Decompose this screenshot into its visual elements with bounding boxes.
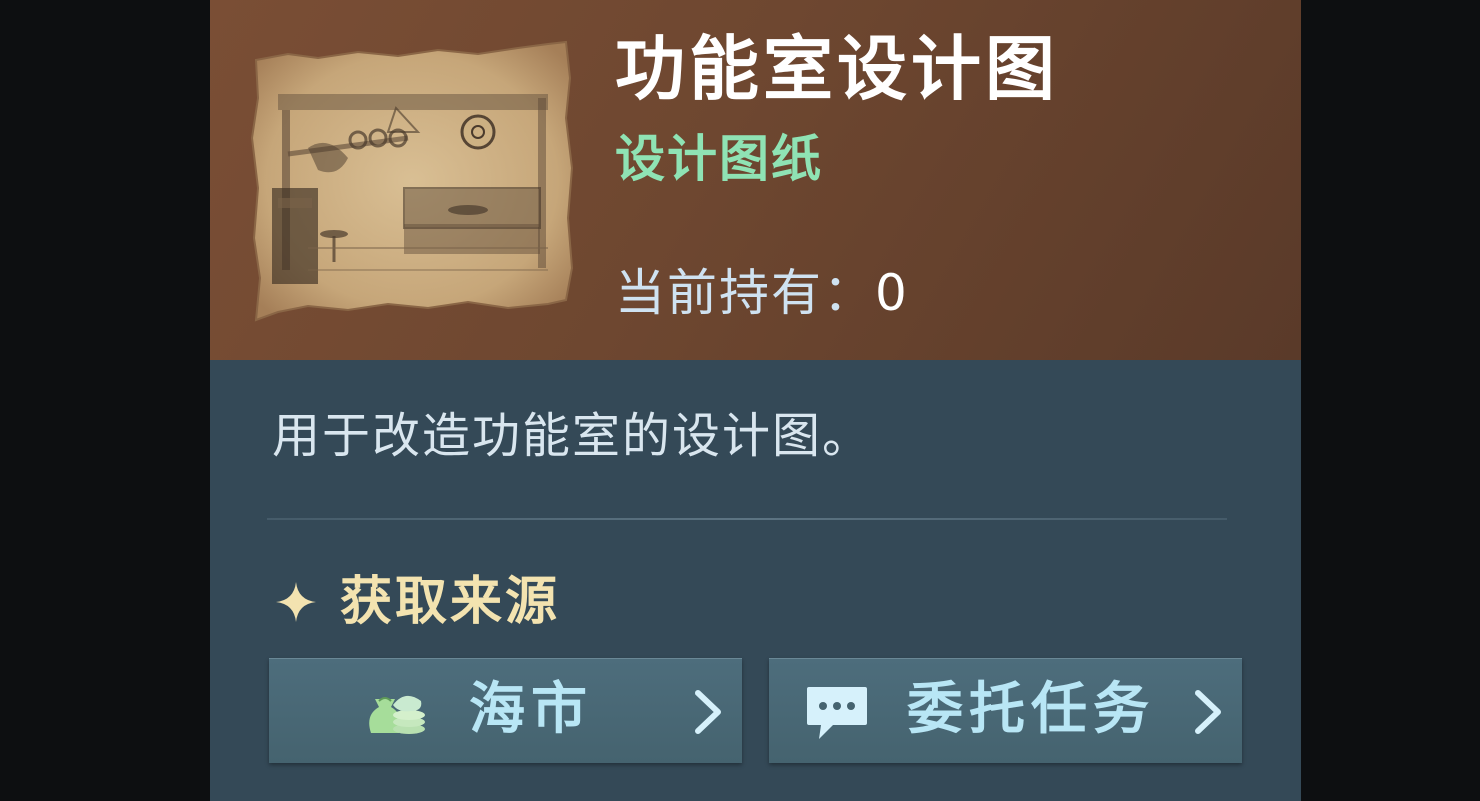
item-header: 功能室设计图 设计图纸 当前持有：0 (210, 0, 1301, 360)
owned-count-row: 当前持有：0 (615, 268, 909, 318)
chat-bubble-icon (807, 687, 867, 739)
chevron-right-icon (695, 690, 721, 734)
source-button-market-label: 海市 (469, 677, 593, 742)
owned-count-value: 0 (875, 264, 909, 322)
sparkle-icon (276, 582, 316, 622)
item-detail-panel: 功能室设计图 设计图纸 当前持有：0 用于改造功能室的设计图。 获取来源 海市 (210, 0, 1301, 801)
source-button-market[interactable]: 海市 (269, 658, 742, 763)
source-button-commission-label: 委托任务 (907, 677, 1155, 742)
item-description: 用于改造功能室的设计图。 (272, 408, 873, 464)
blueprint-thumbnail (250, 40, 574, 322)
chevron-right-icon (1195, 690, 1221, 734)
source-heading-label: 获取来源 (340, 572, 561, 632)
money-bags-icon (369, 695, 425, 734)
owned-label: 当前持有： (615, 264, 875, 322)
item-title: 功能室设计图 (615, 28, 1059, 110)
source-button-commission[interactable]: 委托任务 (769, 658, 1242, 763)
source-heading: 获取来源 (274, 572, 560, 632)
divider (267, 518, 1227, 520)
item-category: 设计图纸 (615, 130, 823, 188)
